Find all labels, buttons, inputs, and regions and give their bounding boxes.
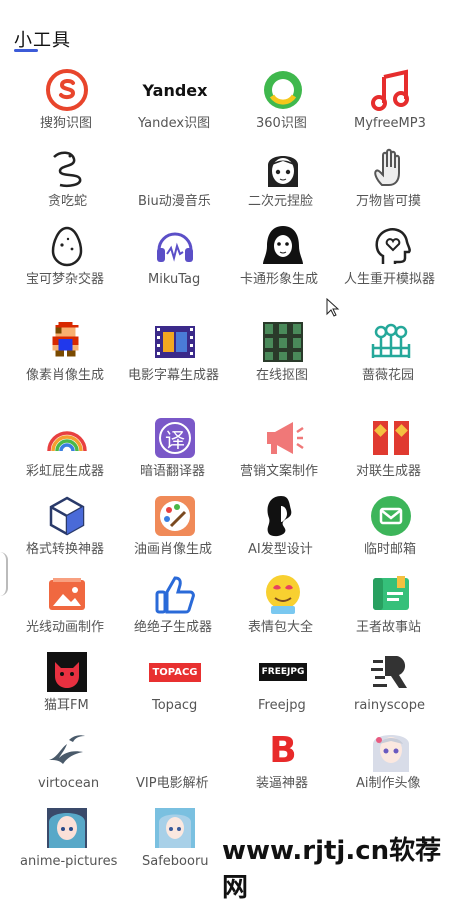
egg-icon bbox=[45, 224, 89, 268]
tool-label: Freejpg bbox=[258, 698, 306, 713]
tool-label: 格式转换神器 bbox=[26, 542, 105, 557]
freejpg-icon: FREEJPG bbox=[258, 650, 308, 694]
tool-label: anime-pictures bbox=[20, 854, 118, 869]
sogou-icon bbox=[45, 68, 89, 112]
palette-icon bbox=[153, 494, 197, 538]
rainbow-icon bbox=[45, 416, 89, 460]
cube-icon bbox=[45, 494, 89, 538]
tool-label: AI发型设计 bbox=[248, 542, 313, 557]
freejpg-logo: FREEJPG bbox=[258, 663, 308, 681]
letter-b-glyph: B bbox=[269, 729, 297, 771]
tool-label: 360识图 bbox=[256, 116, 307, 131]
tool-label: 二次元捏脸 bbox=[248, 194, 314, 209]
topacg-logo: TOPACG bbox=[149, 662, 201, 682]
hair-icon bbox=[261, 494, 305, 538]
letter-b-icon: B bbox=[261, 728, 305, 772]
tool-label: Biu动漫音乐 bbox=[138, 194, 211, 209]
tool-label: 电影字幕生成器 bbox=[128, 368, 220, 383]
tool-label: MikuTag bbox=[148, 272, 201, 287]
image-frame-icon bbox=[45, 572, 89, 616]
tool-label: 临时邮箱 bbox=[364, 542, 417, 557]
tool-label: virtocean bbox=[38, 776, 100, 791]
pixel-mario-icon bbox=[45, 320, 89, 364]
tool-label: 宝可梦杂交器 bbox=[26, 272, 105, 287]
tool-label: Safebooru bbox=[142, 854, 209, 869]
mouse-cursor-icon bbox=[326, 297, 340, 322]
tool-label: 像素肖像生成 bbox=[26, 368, 105, 383]
book-icon bbox=[369, 572, 413, 616]
topacg-icon: TOPACG bbox=[149, 650, 201, 694]
tool-label: 万物皆可摸 bbox=[356, 194, 422, 209]
head-heart-icon bbox=[369, 224, 413, 268]
watermark-text: www.rjtj.cn软荐网 bbox=[222, 836, 442, 903]
megaphone-icon bbox=[261, 416, 305, 460]
tool-label: MyfreeMP3 bbox=[354, 116, 426, 131]
translate-icon: 译 bbox=[155, 418, 195, 458]
emoji-icon bbox=[261, 572, 305, 616]
tool-label: 蔷薇花园 bbox=[362, 368, 415, 383]
couplet-icon bbox=[369, 416, 413, 460]
safebooru-icon bbox=[153, 806, 197, 850]
translate-glyph: 译 bbox=[159, 422, 191, 454]
biu-icon bbox=[153, 146, 197, 190]
tool-label: 对联生成器 bbox=[356, 464, 422, 479]
tool-label: VIP电影解析 bbox=[136, 776, 209, 791]
tool-label: 在线抠图 bbox=[256, 368, 309, 383]
title-underline bbox=[14, 49, 38, 52]
hand-icon bbox=[369, 146, 413, 190]
tool-label: Ai制作头像 bbox=[356, 776, 421, 791]
tool-label: 搜狗识图 bbox=[40, 116, 93, 131]
tool-label: 猫耳FM bbox=[44, 698, 89, 713]
tool-label: 王者故事站 bbox=[356, 620, 422, 635]
vip-icon bbox=[153, 728, 197, 772]
tool-label: 彩虹屁生成器 bbox=[26, 464, 105, 479]
360-icon bbox=[261, 68, 305, 112]
tool-label: Topacg bbox=[152, 698, 198, 713]
tool-label: 表情包大全 bbox=[248, 620, 314, 635]
mail-icon bbox=[369, 494, 413, 538]
tool-label: 营销文案制作 bbox=[240, 464, 319, 479]
anime-avatar-icon bbox=[369, 728, 413, 772]
tool-label: 光线动画制作 bbox=[26, 620, 105, 635]
tool-label: 卡通形象生成 bbox=[240, 272, 319, 287]
tool-label: 绝绝子生成器 bbox=[134, 620, 213, 635]
garden-icon bbox=[369, 320, 413, 364]
birds-icon bbox=[45, 728, 89, 772]
tool-label: rainyscope bbox=[354, 698, 425, 713]
film-strip-icon bbox=[153, 320, 197, 364]
edge-handle[interactable] bbox=[0, 552, 8, 596]
anime-face-icon bbox=[261, 146, 305, 190]
anime-pictures-icon bbox=[45, 806, 89, 850]
tool-label: Yandex识图 bbox=[138, 116, 211, 131]
thumbs-up-icon bbox=[153, 572, 197, 616]
yandex-icon: Yandex bbox=[143, 68, 208, 112]
tool-label: 贪吃蛇 bbox=[48, 194, 88, 209]
collage-icon bbox=[261, 320, 305, 364]
snake-icon bbox=[45, 146, 89, 190]
tool-label: 人生重开模拟器 bbox=[344, 272, 436, 287]
rainyscope-icon bbox=[369, 650, 413, 694]
ghost-icon bbox=[261, 224, 305, 268]
yandex-text: Yandex bbox=[142, 80, 208, 100]
tool-label: 暗语翻译器 bbox=[140, 464, 206, 479]
cat-fm-icon bbox=[45, 650, 89, 694]
tool-label: 油画肖像生成 bbox=[134, 542, 213, 557]
music-note-icon bbox=[369, 68, 413, 112]
tool-label: 装逼神器 bbox=[256, 776, 309, 791]
headphones-icon bbox=[153, 224, 197, 268]
